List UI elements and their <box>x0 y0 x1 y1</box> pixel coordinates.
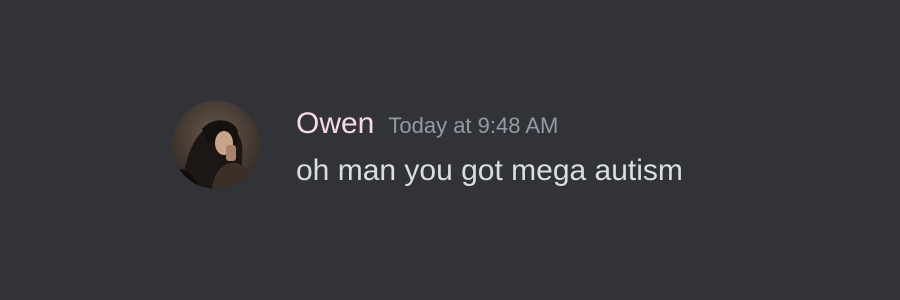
message-content: oh man you got mega autism <box>296 154 683 187</box>
chat-pane: Owen Today at 9:48 AM oh man you got mega… <box>0 0 900 300</box>
message-timestamp: Today at 9:48 AM <box>388 113 559 138</box>
avatar-photo-icon <box>172 101 260 189</box>
user-avatar[interactable] <box>172 101 260 189</box>
author-name[interactable]: Owen <box>296 106 374 142</box>
message-header: Owen Today at 9:48 AM <box>296 106 558 142</box>
message: Owen Today at 9:48 AM oh man you got mega… <box>172 101 872 193</box>
